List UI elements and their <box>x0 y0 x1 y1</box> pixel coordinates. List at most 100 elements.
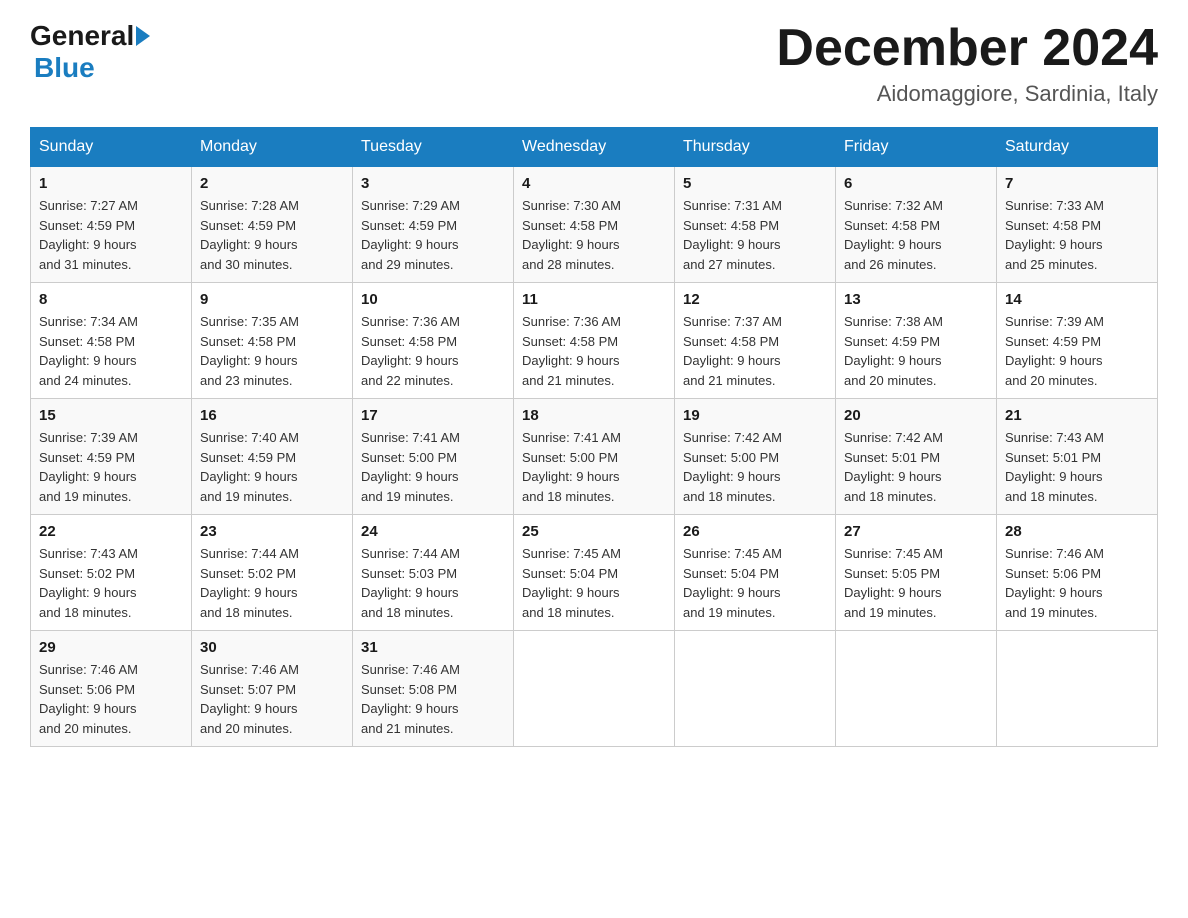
day-info: Sunrise: 7:44 AMSunset: 5:03 PMDaylight:… <box>361 546 460 620</box>
day-cell: 4 Sunrise: 7:30 AMSunset: 4:58 PMDayligh… <box>514 167 675 283</box>
day-info: Sunrise: 7:38 AMSunset: 4:59 PMDaylight:… <box>844 314 943 388</box>
day-cell: 21 Sunrise: 7:43 AMSunset: 5:01 PMDaylig… <box>997 399 1158 515</box>
day-number: 12 <box>683 291 827 308</box>
day-cell: 16 Sunrise: 7:40 AMSunset: 4:59 PMDaylig… <box>192 399 353 515</box>
day-number: 31 <box>361 639 505 656</box>
day-info: Sunrise: 7:39 AMSunset: 4:59 PMDaylight:… <box>1005 314 1104 388</box>
day-number: 23 <box>200 523 344 540</box>
week-row-1: 1 Sunrise: 7:27 AMSunset: 4:59 PMDayligh… <box>31 167 1158 283</box>
day-cell: 12 Sunrise: 7:37 AMSunset: 4:58 PMDaylig… <box>675 283 836 399</box>
calendar-table: SundayMondayTuesdayWednesdayThursdayFrid… <box>30 127 1158 747</box>
day-cell: 3 Sunrise: 7:29 AMSunset: 4:59 PMDayligh… <box>353 167 514 283</box>
day-number: 2 <box>200 175 344 192</box>
day-number: 21 <box>1005 407 1149 424</box>
week-row-5: 29 Sunrise: 7:46 AMSunset: 5:06 PMDaylig… <box>31 631 1158 747</box>
day-number: 27 <box>844 523 988 540</box>
day-number: 11 <box>522 291 666 308</box>
day-info: Sunrise: 7:36 AMSunset: 4:58 PMDaylight:… <box>522 314 621 388</box>
day-cell: 7 Sunrise: 7:33 AMSunset: 4:58 PMDayligh… <box>997 167 1158 283</box>
day-number: 24 <box>361 523 505 540</box>
day-number: 3 <box>361 175 505 192</box>
day-number: 5 <box>683 175 827 192</box>
day-cell <box>675 631 836 747</box>
day-info: Sunrise: 7:40 AMSunset: 4:59 PMDaylight:… <box>200 430 299 504</box>
day-number: 19 <box>683 407 827 424</box>
week-row-3: 15 Sunrise: 7:39 AMSunset: 4:59 PMDaylig… <box>31 399 1158 515</box>
day-info: Sunrise: 7:46 AMSunset: 5:08 PMDaylight:… <box>361 662 460 736</box>
week-row-2: 8 Sunrise: 7:34 AMSunset: 4:58 PMDayligh… <box>31 283 1158 399</box>
day-info: Sunrise: 7:43 AMSunset: 5:02 PMDaylight:… <box>39 546 138 620</box>
day-number: 1 <box>39 175 183 192</box>
day-number: 4 <box>522 175 666 192</box>
day-cell: 10 Sunrise: 7:36 AMSunset: 4:58 PMDaylig… <box>353 283 514 399</box>
day-number: 29 <box>39 639 183 656</box>
day-info: Sunrise: 7:31 AMSunset: 4:58 PMDaylight:… <box>683 198 782 272</box>
day-info: Sunrise: 7:46 AMSunset: 5:07 PMDaylight:… <box>200 662 299 736</box>
day-cell: 2 Sunrise: 7:28 AMSunset: 4:59 PMDayligh… <box>192 167 353 283</box>
day-info: Sunrise: 7:41 AMSunset: 5:00 PMDaylight:… <box>361 430 460 504</box>
day-cell: 28 Sunrise: 7:46 AMSunset: 5:06 PMDaylig… <box>997 515 1158 631</box>
header-cell-wednesday: Wednesday <box>514 128 675 167</box>
day-number: 13 <box>844 291 988 308</box>
header-cell-tuesday: Tuesday <box>353 128 514 167</box>
month-title: December 2024 <box>776 20 1158 77</box>
week-row-4: 22 Sunrise: 7:43 AMSunset: 5:02 PMDaylig… <box>31 515 1158 631</box>
day-cell: 29 Sunrise: 7:46 AMSunset: 5:06 PMDaylig… <box>31 631 192 747</box>
day-info: Sunrise: 7:45 AMSunset: 5:04 PMDaylight:… <box>683 546 782 620</box>
day-cell <box>514 631 675 747</box>
day-cell <box>997 631 1158 747</box>
day-cell: 17 Sunrise: 7:41 AMSunset: 5:00 PMDaylig… <box>353 399 514 515</box>
day-info: Sunrise: 7:33 AMSunset: 4:58 PMDaylight:… <box>1005 198 1104 272</box>
day-number: 18 <box>522 407 666 424</box>
day-cell: 5 Sunrise: 7:31 AMSunset: 4:58 PMDayligh… <box>675 167 836 283</box>
day-number: 15 <box>39 407 183 424</box>
day-cell: 11 Sunrise: 7:36 AMSunset: 4:58 PMDaylig… <box>514 283 675 399</box>
day-cell: 30 Sunrise: 7:46 AMSunset: 5:07 PMDaylig… <box>192 631 353 747</box>
calendar-body: 1 Sunrise: 7:27 AMSunset: 4:59 PMDayligh… <box>31 167 1158 747</box>
day-number: 10 <box>361 291 505 308</box>
day-cell: 26 Sunrise: 7:45 AMSunset: 5:04 PMDaylig… <box>675 515 836 631</box>
day-info: Sunrise: 7:36 AMSunset: 4:58 PMDaylight:… <box>361 314 460 388</box>
title-block: December 2024 Aidomaggiore, Sardinia, It… <box>776 20 1158 107</box>
day-number: 28 <box>1005 523 1149 540</box>
header-cell-sunday: Sunday <box>31 128 192 167</box>
day-info: Sunrise: 7:39 AMSunset: 4:59 PMDaylight:… <box>39 430 138 504</box>
day-number: 20 <box>844 407 988 424</box>
day-info: Sunrise: 7:28 AMSunset: 4:59 PMDaylight:… <box>200 198 299 272</box>
day-number: 22 <box>39 523 183 540</box>
day-info: Sunrise: 7:27 AMSunset: 4:59 PMDaylight:… <box>39 198 138 272</box>
logo-general-text: General <box>30 20 134 52</box>
day-number: 16 <box>200 407 344 424</box>
day-info: Sunrise: 7:34 AMSunset: 4:58 PMDaylight:… <box>39 314 138 388</box>
logo-blue-text: Blue <box>34 52 95 83</box>
day-cell: 6 Sunrise: 7:32 AMSunset: 4:58 PMDayligh… <box>836 167 997 283</box>
calendar-header: SundayMondayTuesdayWednesdayThursdayFrid… <box>31 128 1158 167</box>
day-cell: 13 Sunrise: 7:38 AMSunset: 4:59 PMDaylig… <box>836 283 997 399</box>
day-cell: 23 Sunrise: 7:44 AMSunset: 5:02 PMDaylig… <box>192 515 353 631</box>
day-number: 7 <box>1005 175 1149 192</box>
day-number: 25 <box>522 523 666 540</box>
day-cell: 1 Sunrise: 7:27 AMSunset: 4:59 PMDayligh… <box>31 167 192 283</box>
day-cell: 18 Sunrise: 7:41 AMSunset: 5:00 PMDaylig… <box>514 399 675 515</box>
day-info: Sunrise: 7:30 AMSunset: 4:58 PMDaylight:… <box>522 198 621 272</box>
logo-arrow-icon <box>136 26 150 46</box>
day-number: 30 <box>200 639 344 656</box>
day-cell: 31 Sunrise: 7:46 AMSunset: 5:08 PMDaylig… <box>353 631 514 747</box>
logo: General Blue <box>30 20 152 84</box>
day-info: Sunrise: 7:29 AMSunset: 4:59 PMDaylight:… <box>361 198 460 272</box>
day-info: Sunrise: 7:41 AMSunset: 5:00 PMDaylight:… <box>522 430 621 504</box>
day-info: Sunrise: 7:46 AMSunset: 5:06 PMDaylight:… <box>39 662 138 736</box>
day-cell: 8 Sunrise: 7:34 AMSunset: 4:58 PMDayligh… <box>31 283 192 399</box>
day-number: 8 <box>39 291 183 308</box>
header-cell-monday: Monday <box>192 128 353 167</box>
day-cell: 19 Sunrise: 7:42 AMSunset: 5:00 PMDaylig… <box>675 399 836 515</box>
day-info: Sunrise: 7:43 AMSunset: 5:01 PMDaylight:… <box>1005 430 1104 504</box>
header-cell-saturday: Saturday <box>997 128 1158 167</box>
day-number: 14 <box>1005 291 1149 308</box>
day-cell: 14 Sunrise: 7:39 AMSunset: 4:59 PMDaylig… <box>997 283 1158 399</box>
day-cell <box>836 631 997 747</box>
day-info: Sunrise: 7:42 AMSunset: 5:01 PMDaylight:… <box>844 430 943 504</box>
day-info: Sunrise: 7:45 AMSunset: 5:05 PMDaylight:… <box>844 546 943 620</box>
day-cell: 15 Sunrise: 7:39 AMSunset: 4:59 PMDaylig… <box>31 399 192 515</box>
day-info: Sunrise: 7:35 AMSunset: 4:58 PMDaylight:… <box>200 314 299 388</box>
